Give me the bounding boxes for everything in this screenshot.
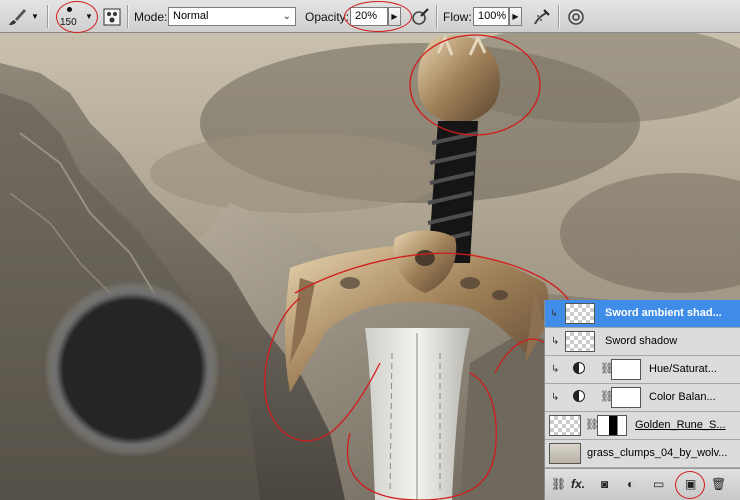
flow-label: Flow: [443, 9, 472, 24]
pressure-icon [412, 7, 429, 25]
layer-name: grass_clumps_04_by_wolv... [587, 447, 728, 459]
mode-value: Normal [173, 10, 209, 22]
clip-arrow-icon: ↳ [551, 336, 560, 347]
opacity-slider-toggle[interactable]: ▶ [388, 7, 401, 26]
brush-cursor-preview [44, 281, 220, 457]
adjustment-layer-icon [573, 390, 585, 402]
chevron-down-icon: ⌄ [282, 11, 291, 22]
brush-icon [9, 8, 26, 25]
clip-arrow-icon: ↳ [551, 392, 560, 403]
layer-mask-thumbnail [611, 359, 641, 380]
airbrush-toggle[interactable] [532, 0, 552, 33]
adjustment-icon[interactable]: ◐ [627, 477, 634, 491]
layer-name: Hue/Saturat... [649, 363, 717, 375]
options-bar: ▼ 150 ▼ Mode: Normal ⌄ Opacity: 20% ▶ Fl… [0, 0, 740, 33]
play-arrow-icon: ▶ [391, 12, 398, 21]
layers-footer: ⛓ fx. ◙ ◐ ▭ ▣ 🗑 [545, 468, 740, 500]
link-layers-icon[interactable]: ⛓ [551, 477, 566, 491]
layer-row-hue-saturation[interactable]: ↳ ⛓ Hue/Saturat... [545, 356, 740, 384]
tool-preset-picker[interactable]: ▼ [6, 0, 39, 33]
mode-select[interactable]: Normal ⌄ [168, 0, 296, 33]
trash-icon[interactable]: 🗑 [711, 477, 726, 491]
layer-name: Sword shadow [605, 335, 678, 347]
play-arrow-icon: ▶ [512, 12, 519, 21]
layer-thumbnail [549, 443, 581, 464]
mode-label: Mode: [134, 9, 168, 24]
layer-name: Golden_Rune_S... [635, 419, 726, 431]
size-pressure-toggle[interactable] [566, 0, 586, 33]
chevron-down-icon: ▼ [85, 12, 93, 21]
layer-row-color-balance[interactable]: ↳ ⛓ Color Balan... [545, 384, 740, 412]
brush-size-picker[interactable]: 150 ▼ [58, 0, 93, 33]
fx-icon[interactable]: fx. [571, 477, 585, 491]
folder-icon[interactable]: ▭ [653, 477, 664, 491]
adjustment-layer-icon [573, 362, 585, 374]
brush-panel-toggle[interactable] [103, 0, 121, 33]
layer-thumbnail [565, 303, 595, 324]
layer-row-grass-clumps[interactable]: grass_clumps_04_by_wolv... [545, 440, 740, 468]
layer-row-sword-ambient-shadow[interactable]: ↳ Sword ambient shad... [545, 300, 740, 328]
flow-value: 100% [478, 10, 507, 22]
layers-panel: ↳ Sword ambient shad... ↳ Sword shadow ↳… [544, 300, 740, 500]
clip-arrow-icon[interactable]: ↳ [547, 305, 561, 321]
chevron-down-icon: ▼ [31, 12, 39, 21]
clip-arrow-icon: ↳ [551, 364, 560, 375]
opacity-label: Opacity: [305, 9, 350, 24]
layer-name: Sword ambient shad... [605, 307, 722, 319]
pressure-icon [568, 8, 584, 25]
airbrush-icon [534, 8, 550, 24]
brush-panel-icon [103, 8, 121, 25]
opacity-pressure-toggle[interactable] [410, 0, 430, 33]
brush-tip-icon [67, 6, 72, 12]
brush-size-value: 150 [60, 16, 77, 28]
layer-row-sword-shadow[interactable]: ↳ Sword shadow [545, 328, 740, 356]
layer-row-golden-rune-sword[interactable]: ⛓ Golden_Rune_S... [545, 412, 740, 440]
layer-mask-thumbnail [597, 415, 627, 436]
opacity-value: 20% [355, 10, 378, 22]
flow-input[interactable]: 100% ▶ [473, 0, 522, 33]
add-mask-icon[interactable]: ◙ [601, 477, 608, 491]
flow-slider-toggle[interactable]: ▶ [509, 7, 522, 26]
layer-thumbnail [565, 331, 595, 352]
layer-thumbnail [549, 415, 581, 436]
new-layer-icon[interactable]: ▣ [685, 477, 696, 491]
layer-mask-thumbnail [611, 387, 641, 408]
opacity-input[interactable]: 20% ▶ [350, 0, 401, 33]
layer-name: Color Balan... [649, 391, 716, 403]
